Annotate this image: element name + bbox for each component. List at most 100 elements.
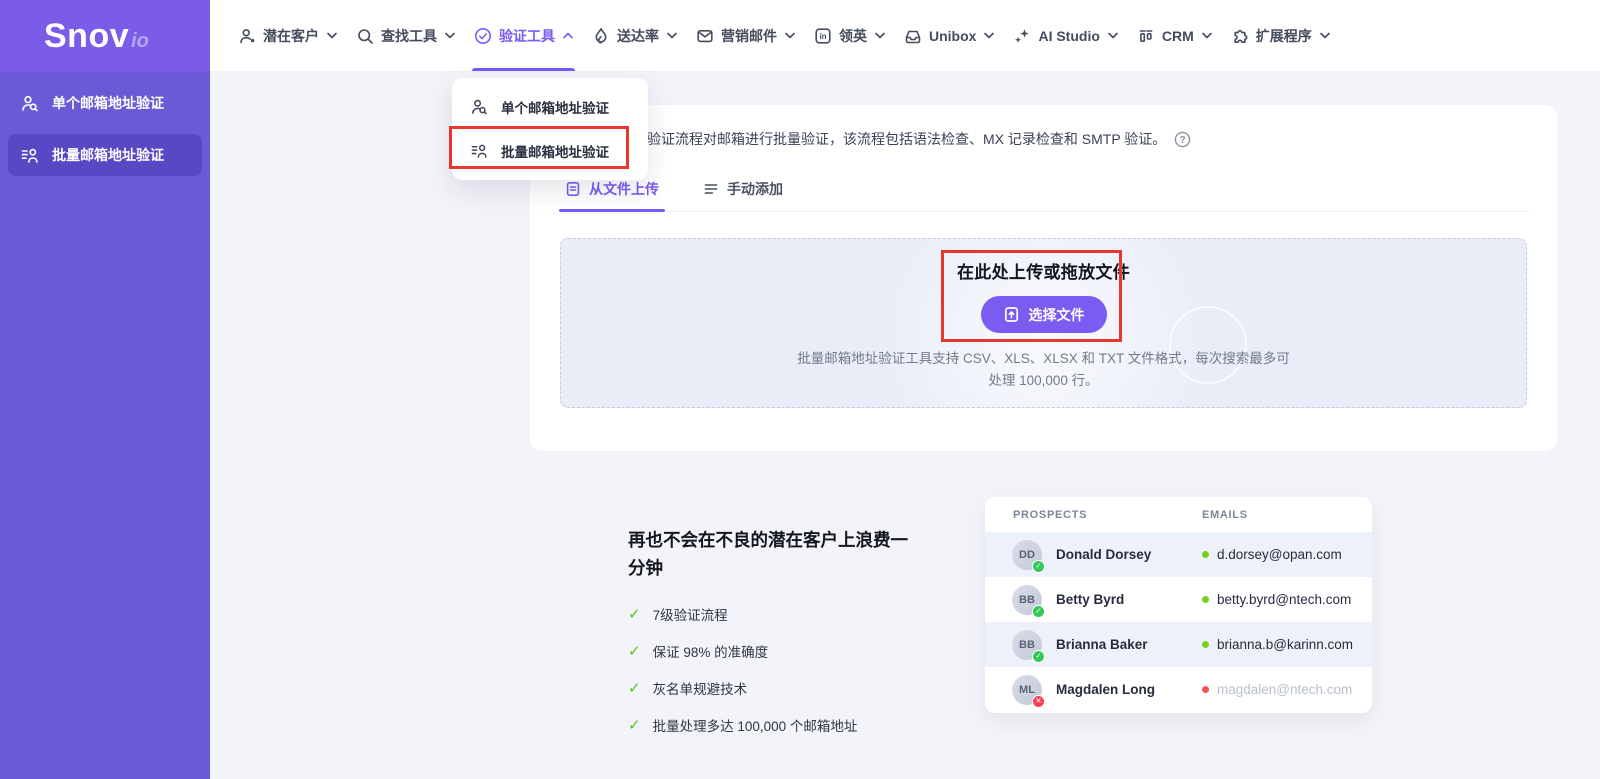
svg-text:?: ? [1180, 135, 1186, 146]
active-nav-underline [472, 68, 575, 71]
nav-extensions[interactable]: 扩展程序 [1231, 0, 1330, 71]
file-upload-icon [566, 181, 580, 196]
prospect-name: Brianna Baker [1056, 637, 1148, 652]
puzzle-icon [1234, 29, 1248, 43]
file-dropzone[interactable]: 在此处上传或拖放文件 选择文件 批量邮箱地址验证工具支持 CSV、XLS、XLS… [560, 238, 1527, 408]
prospect-name: Donald Dorsey [1056, 547, 1152, 562]
chevron-down-icon [1319, 32, 1330, 39]
check-icon: ✓ [628, 606, 641, 623]
prospects-table-header: PROSPECTS EMAILS [985, 497, 1372, 532]
nav-label: 查找工具 [381, 27, 437, 44]
person-search-icon [22, 95, 38, 111]
valid-status-dot [1202, 641, 1209, 648]
person-search-icon [472, 99, 487, 115]
sparkles-icon [1015, 28, 1030, 43]
tab-add-manually[interactable]: 手动添加 [703, 167, 783, 211]
table-row: ML ✕ Magdalen Long magdalen@ntech.com [985, 667, 1372, 712]
verify-tools-dropdown: 单个邮箱地址验证 批量邮箱地址验证 [452, 78, 648, 180]
table-row: BB ✓ Brianna Baker brianna.b@karinn.com [985, 622, 1372, 667]
prospect-email: betty.byrd@ntech.com [1217, 592, 1352, 607]
nav-ai-studio[interactable]: AI Studio [1013, 0, 1118, 71]
promo-heading: 再也不会在不良的潜在客户上浪费一分钟 [628, 530, 908, 578]
promo-bullet-text: 7级验证流程 [652, 608, 728, 623]
nav-email-campaigns[interactable]: 营销邮件 [696, 0, 795, 71]
check-circle-icon [475, 27, 491, 44]
list-person-icon [21, 148, 38, 163]
upload-tabs: 从文件上传 手动添加 [559, 167, 1529, 212]
inbox-icon [905, 30, 921, 43]
brand-suffix: io [131, 29, 149, 52]
dropdown-item-label: 批量邮箱地址验证 [501, 145, 609, 160]
nav-label: 领英 [839, 27, 867, 44]
valid-badge-icon: ✓ [1032, 649, 1045, 663]
intro-text: 验证流程对邮箱进行批量验证，该流程包括语法检查、MX 记录检查和 SMTP 验证… [647, 131, 1167, 147]
promo-bullet: ✓ 保证 98% 的准确度 [628, 641, 920, 661]
valid-status-dot [1202, 596, 1209, 603]
nav-label: CRM [1161, 27, 1194, 44]
dropdown-item-bulk-verify[interactable]: 批量邮箱地址验证 [452, 129, 648, 173]
svg-text:in: in [819, 32, 826, 41]
brand-logo[interactable]: Snov io [0, 0, 210, 72]
list-person-icon [471, 144, 487, 158]
brand-name: Snov [44, 16, 130, 55]
promo-bullet-text: 保证 98% 的准确度 [652, 645, 769, 660]
valid-badge-icon: ✓ [1032, 559, 1045, 573]
avatar: ML ✕ [1012, 674, 1045, 708]
dropzone-description-line2: 处理 100,000 行。 [988, 373, 1099, 388]
nav-linkedin[interactable]: in 领英 [814, 0, 885, 71]
dropdown-item-single-verify[interactable]: 单个邮箱地址验证 [452, 85, 648, 129]
tab-label: 从文件上传 [589, 181, 659, 197]
promo-bullet-text: 灰名单规避技术 [652, 682, 748, 697]
invalid-status-dot [1202, 686, 1209, 693]
nav-prospects[interactable]: 潜在客户 [238, 0, 337, 71]
active-tab-underline [559, 209, 665, 212]
linkedin-icon: in [815, 27, 831, 44]
check-icon: ✓ [628, 643, 641, 660]
prospect-email: brianna.b@karinn.com [1217, 637, 1354, 652]
choose-file-label: 选择文件 [1028, 306, 1085, 323]
nav-verify-tools[interactable]: 验证工具 [472, 0, 575, 71]
crm-icon [1139, 29, 1153, 42]
users-icon [240, 28, 255, 43]
promo-bullet-text: 批量处理多达 100,000 个邮箱地址 [652, 719, 858, 734]
valid-status-dot [1202, 551, 1209, 558]
prospects-table: PROSPECTS EMAILS DD ✓ Donald Dorsey d.dor… [985, 497, 1372, 713]
chevron-down-icon [327, 32, 337, 39]
nav-deliverability[interactable]: 送达率 [592, 0, 677, 71]
chevron-down-icon [1201, 32, 1212, 39]
avatar: DD ✓ [1012, 539, 1045, 573]
nav-finder-tools[interactable]: 查找工具 [356, 0, 455, 71]
dropdown-item-label: 单个邮箱地址验证 [501, 101, 609, 116]
search-icon [358, 28, 373, 44]
choose-file-button[interactable]: 选择文件 [980, 296, 1107, 333]
sidebar-item-label: 单个邮箱地址验证 [52, 95, 164, 111]
nav-label: 潜在客户 [263, 27, 319, 44]
question-circle-icon[interactable]: ? [1174, 131, 1191, 148]
prospect-email: d.dorsey@opan.com [1217, 547, 1342, 562]
chevron-down-icon [785, 32, 795, 39]
check-icon: ✓ [628, 680, 641, 697]
nav-label: 送达率 [617, 27, 659, 44]
nav-label: 营销邮件 [721, 27, 777, 44]
bulk-verify-card: 验证流程对邮箱进行批量验证，该流程包括语法检查、MX 记录检查和 SMTP 验证… [530, 105, 1557, 451]
top-navigation: 潜在客户 查找工具 验证工具 送达率 营销邮件 in 领英 Unibox AI … [210, 0, 1600, 72]
sidebar-item-single-verify[interactable]: 单个邮箱地址验证 [8, 82, 202, 124]
nav-label: AI Studio [1038, 27, 1100, 44]
page: Snov io 单个邮箱地址验证 批量邮箱地址验证 潜在客户 查找工具 验证工具… [0, 0, 1600, 779]
sidebar-item-bulk-verify[interactable]: 批量邮箱地址验证 [8, 134, 202, 176]
nav-label: Unibox [929, 27, 977, 44]
chevron-down-icon [875, 32, 885, 39]
column-header-prospects: PROSPECTS [1013, 508, 1088, 521]
check-icon: ✓ [628, 717, 641, 734]
promo-bullet: ✓ 灰名单规避技术 [628, 678, 920, 698]
nav-unibox[interactable]: Unibox [904, 0, 995, 71]
chevron-down-icon [1108, 32, 1118, 39]
prospect-name: Betty Byrd [1056, 592, 1125, 607]
sidebar-item-label: 批量邮箱地址验证 [52, 147, 164, 163]
tab-label: 手动添加 [727, 181, 783, 197]
chevron-down-icon [667, 32, 677, 39]
invalid-badge-icon: ✕ [1032, 694, 1045, 708]
table-row: DD ✓ Donald Dorsey d.dorsey@opan.com [985, 532, 1372, 577]
prospect-email: magdalen@ntech.com [1217, 682, 1353, 697]
nav-crm[interactable]: CRM [1137, 0, 1212, 71]
